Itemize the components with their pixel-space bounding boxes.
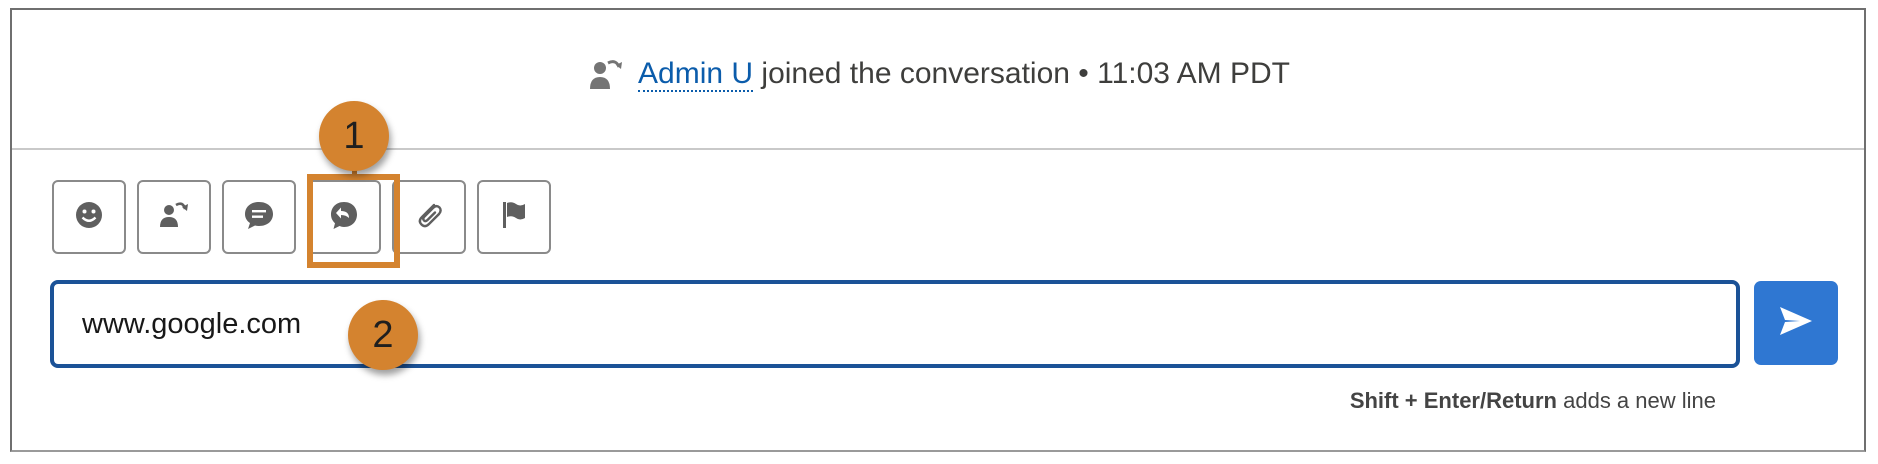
hint-rest: adds a new line	[1557, 388, 1716, 413]
event-text: joined the conversation • 11:03 AM PDT	[753, 56, 1290, 90]
attachment-icon	[412, 198, 446, 237]
transfer-user-icon	[586, 55, 626, 95]
new-line-hint: Shift + Enter/Return adds a new line	[1350, 388, 1716, 414]
send-icon	[1776, 301, 1816, 346]
flag-button[interactable]	[477, 180, 551, 254]
callout-2: 2	[348, 300, 418, 370]
chat-window: Admin U joined the conversation • 11:03 …	[10, 8, 1866, 452]
composer-toolbar	[52, 180, 551, 254]
join-event-message: Admin U joined the conversation • 11:03 …	[12, 55, 1864, 95]
attachment-button[interactable]	[392, 180, 466, 254]
transfer-button[interactable]	[137, 180, 211, 254]
knowledge-share-button[interactable]	[307, 180, 381, 254]
transfer-icon	[157, 198, 191, 237]
message-input-wrapper	[50, 280, 1740, 368]
emoji-button[interactable]	[52, 180, 126, 254]
quick-text-icon	[242, 198, 276, 237]
send-button[interactable]	[1754, 281, 1838, 365]
knowledge-share-icon	[327, 198, 361, 237]
agent-name-link[interactable]: Admin U	[638, 56, 754, 92]
message-input[interactable]	[54, 284, 1736, 364]
callout-1: 1	[319, 101, 389, 171]
quick-text-button[interactable]	[222, 180, 296, 254]
emoji-icon	[72, 198, 106, 237]
hint-keys: Shift + Enter/Return	[1349, 388, 1557, 413]
flag-icon	[497, 198, 531, 237]
section-divider	[12, 148, 1864, 150]
